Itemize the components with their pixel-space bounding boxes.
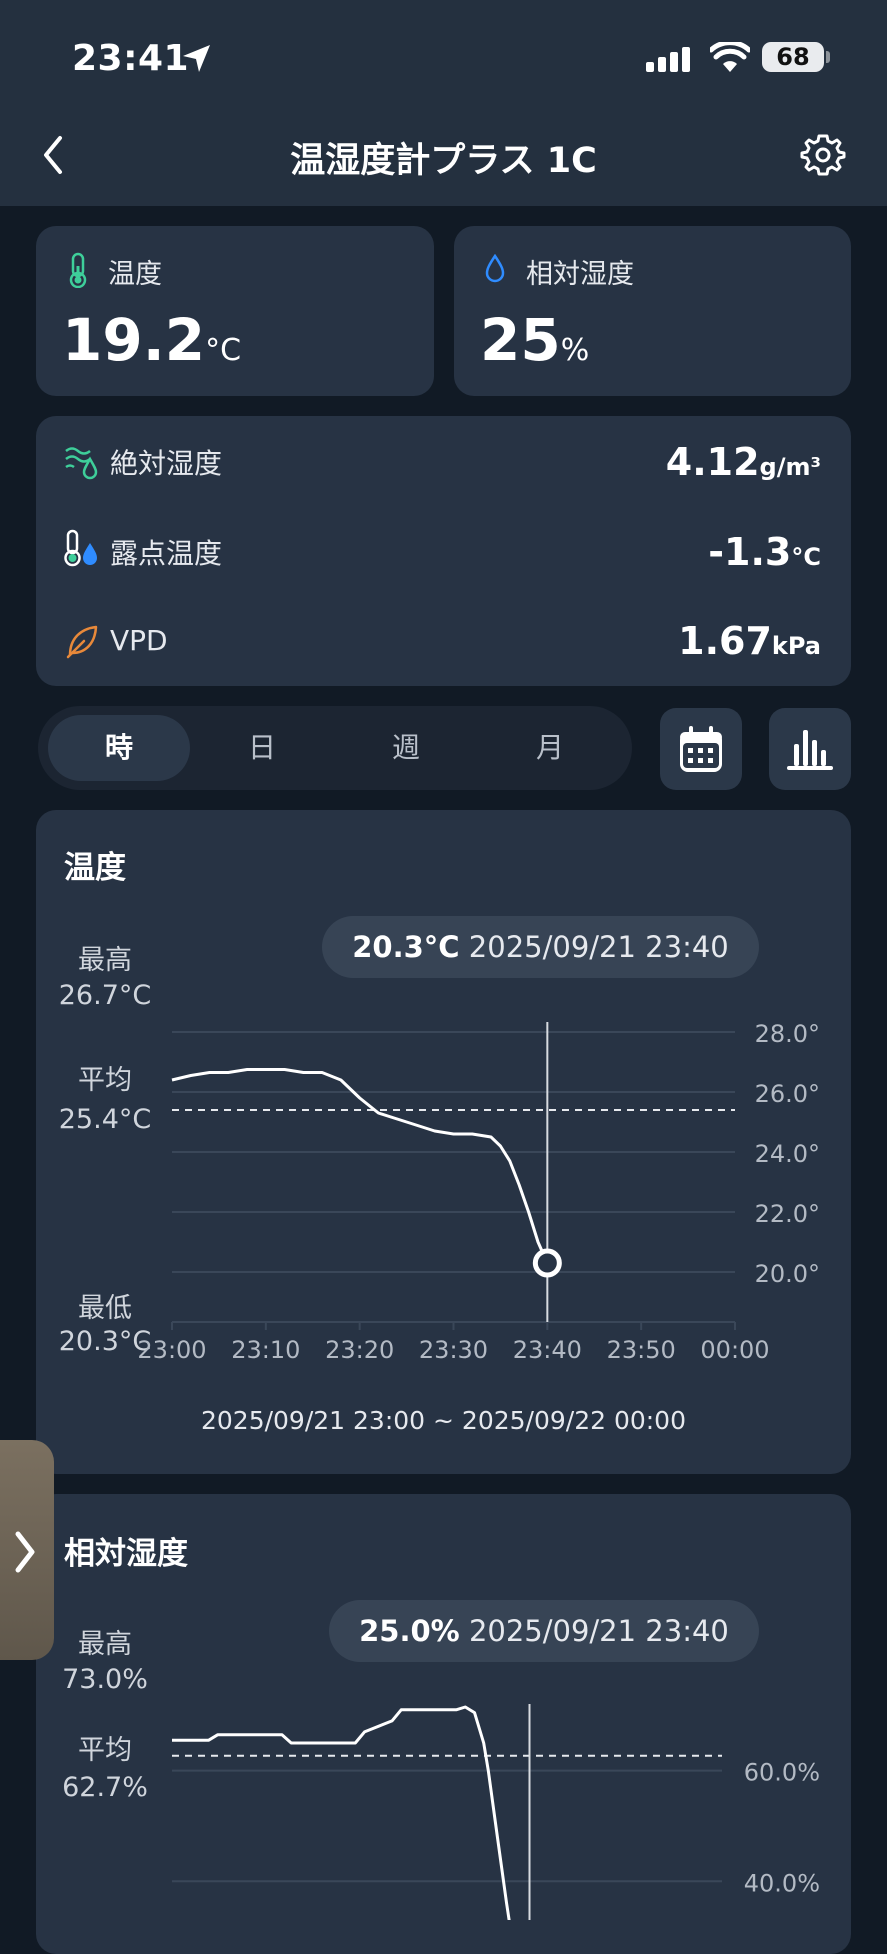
humidity-y-tick-label: 60.0%	[744, 1759, 820, 1787]
humidity-line-chart: 60.0% 40.0%	[172, 1704, 820, 1920]
humidity-y-tick-label: 40.0%	[744, 1869, 820, 1897]
chevron-right-icon	[15, 1531, 35, 1573]
side-drawer-handle[interactable]	[0, 1440, 54, 1660]
humidity-series-line	[172, 1705, 511, 1920]
